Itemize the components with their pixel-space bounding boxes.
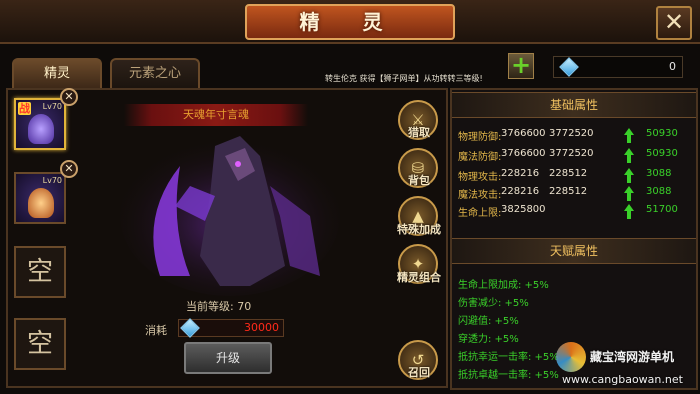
stat-name: 魔法防御: xyxy=(458,152,502,163)
pet-slot-empty-3[interactable]: 空 xyxy=(14,246,66,298)
pet-name-banner: 天魂年寸言魂 xyxy=(124,104,308,126)
stat-name: 物理防御: xyxy=(458,132,502,143)
stat-row: 物理防御: 3766600 3772520 50930 xyxy=(458,128,694,146)
close-button[interactable]: ✕ xyxy=(656,6,692,40)
watermark-url: www.cangbaowan.net xyxy=(562,373,683,386)
remove-pet-1-button[interactable]: ✕ xyxy=(60,88,78,106)
pet-portrait xyxy=(28,114,54,144)
notice-text: 转生伦克 获得【狮子网单】从功转转三等级! xyxy=(325,74,483,83)
pet-slot-2[interactable]: Lv70 xyxy=(14,172,66,224)
bag-label: 背包 xyxy=(408,174,430,187)
stat-gain: 50930 xyxy=(646,148,678,159)
stat-gain: 50930 xyxy=(646,128,678,139)
stat-name: 物理攻击: xyxy=(458,172,502,183)
close-icon: ✕ xyxy=(64,162,74,175)
increase-arrow-icon xyxy=(624,128,634,135)
tab-spirit[interactable]: 精灵 xyxy=(12,58,102,90)
base-stats-title: 基础属性 xyxy=(452,92,696,118)
stat-next: 3772520 xyxy=(549,128,594,139)
talent-row: 穿透力: +5% xyxy=(458,334,519,345)
stat-row: 魔法攻击: 228216 228512 3088 xyxy=(458,186,694,204)
talent-stats-title: 天赋属性 xyxy=(452,238,696,264)
stat-gain: 3088 xyxy=(646,186,672,197)
remove-pet-2-button[interactable]: ✕ xyxy=(60,160,78,178)
increase-arrow-icon xyxy=(624,186,634,193)
hunt-label: 猎取 xyxy=(408,126,430,139)
stat-current: 228216 xyxy=(501,186,540,197)
battle-badge: 战 xyxy=(18,102,31,115)
title-bar: 精 灵 ✕ xyxy=(0,0,700,44)
stat-row: 魔法防御: 3766600 3772520 50930 xyxy=(458,148,694,166)
currency-value: 0 xyxy=(669,60,676,73)
gem-icon xyxy=(180,318,200,338)
stat-next: 3772520 xyxy=(549,148,594,159)
stat-gain: 3088 xyxy=(646,168,672,179)
stat-current: 3766600 xyxy=(501,128,546,139)
talent-row: 伤害减少: +5% xyxy=(458,298,529,309)
watermark-title: 藏宝湾网游单机 xyxy=(590,350,675,364)
talent-row: 闪避值: +5% xyxy=(458,316,519,327)
stat-next: 228512 xyxy=(549,168,588,179)
tab-element-heart[interactable]: 元素之心 xyxy=(110,58,200,90)
currency-display: 0 xyxy=(553,56,683,78)
add-currency-button[interactable]: + xyxy=(508,53,534,79)
pet-slot-empty-4[interactable]: 空 xyxy=(14,318,66,370)
pet-level: Lv70 xyxy=(42,102,62,111)
increase-arrow-icon xyxy=(624,148,634,155)
increase-arrow-icon xyxy=(624,204,634,211)
pet-portrait xyxy=(28,188,54,218)
gem-icon xyxy=(559,57,579,77)
stat-gain: 51700 xyxy=(646,204,678,215)
stat-next: 228512 xyxy=(549,186,588,197)
stat-row: 物理攻击: 228216 228512 3088 xyxy=(458,168,694,186)
stat-current: 3825800 xyxy=(501,204,546,215)
stat-row: 生命上限: 3825800 51700 xyxy=(458,204,694,222)
stat-name: 生命上限: xyxy=(458,208,502,219)
talent-row: 抵抗幸运一击率: +5% xyxy=(458,352,559,363)
special-bonus-label: 特殊加成 xyxy=(397,223,441,236)
stat-current: 3766600 xyxy=(501,148,546,159)
recall-label: 召回 xyxy=(408,366,430,379)
stat-name: 魔法攻击: xyxy=(458,190,502,201)
close-icon: ✕ xyxy=(663,8,685,36)
cost-value: 30000 xyxy=(244,321,279,334)
pet-model xyxy=(120,136,340,296)
page-title: 精 灵 xyxy=(245,4,455,40)
current-level: 当前等级: 70 xyxy=(186,300,252,313)
watermark-logo xyxy=(556,342,586,372)
plus-icon: + xyxy=(510,51,532,79)
talent-row: 生命上限加成: +5% xyxy=(458,280,549,291)
upgrade-button[interactable]: 升级 xyxy=(184,342,272,374)
cost-label: 消耗 xyxy=(145,324,167,337)
spirit-combo-label: 精灵组合 xyxy=(397,271,441,284)
cost-display: 30000 xyxy=(178,318,284,338)
close-icon: ✕ xyxy=(64,90,74,103)
stat-current: 228216 xyxy=(501,168,540,179)
pet-level: Lv70 xyxy=(42,176,62,185)
increase-arrow-icon xyxy=(624,168,634,175)
talent-row: 抵抗卓越一击率: +5% xyxy=(458,370,559,381)
pet-slot-1[interactable]: 战 Lv70 xyxy=(14,98,66,150)
